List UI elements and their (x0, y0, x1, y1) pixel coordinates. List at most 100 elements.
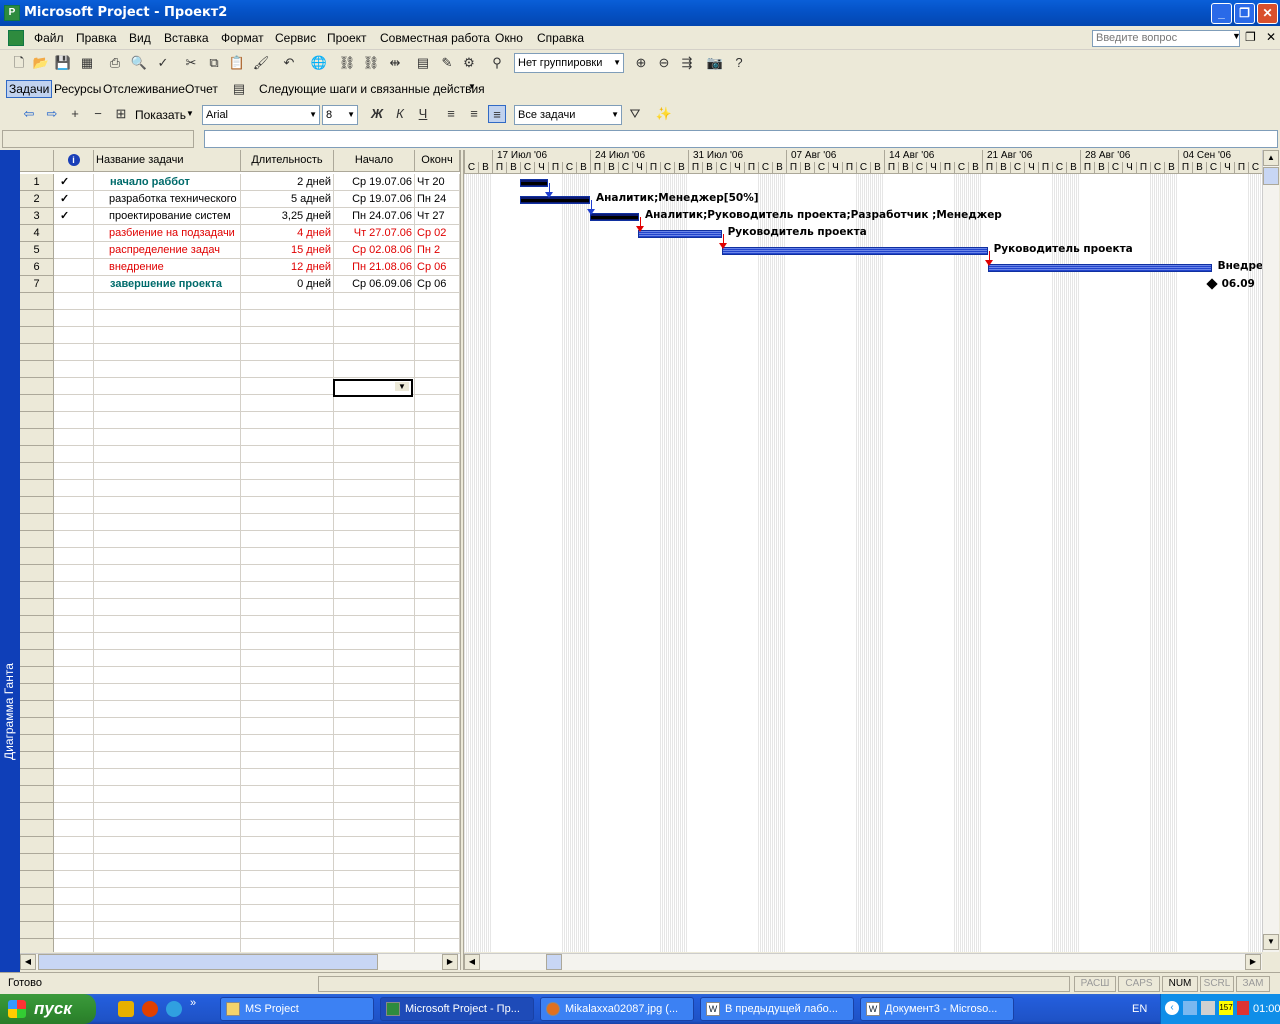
align-left-icon[interactable]: ≡ (442, 105, 460, 123)
start-cell[interactable]: Ср 02.08.06 (334, 242, 415, 259)
row-header[interactable] (20, 769, 54, 786)
row-header[interactable] (20, 650, 54, 667)
task-name-cell[interactable] (94, 871, 241, 888)
scroll-up-icon[interactable]: ▲ (1263, 150, 1279, 166)
row-header[interactable]: 2 (20, 191, 54, 208)
start-button[interactable]: пуск (0, 994, 96, 1024)
duration-cell[interactable] (241, 582, 334, 599)
menu-tools[interactable]: Сервис (275, 31, 316, 45)
finish-cell[interactable] (415, 888, 460, 905)
finish-cell[interactable] (415, 905, 460, 922)
start-cell[interactable] (334, 922, 415, 939)
duration-cell[interactable] (241, 871, 334, 888)
start-cell[interactable] (334, 871, 415, 888)
gantt-task-bar[interactable] (637, 230, 722, 238)
zoom-in-icon[interactable]: ⊕ (632, 54, 650, 72)
task-name-cell[interactable] (94, 514, 241, 531)
view-bar[interactable]: Диаграмма Ганта (0, 150, 20, 972)
duration-cell[interactable] (241, 786, 334, 803)
align-center-icon[interactable]: ≡ (465, 105, 483, 123)
duration-cell[interactable] (241, 514, 334, 531)
finish-cell[interactable] (415, 480, 460, 497)
task-name-cell[interactable] (94, 378, 241, 395)
row-header[interactable] (20, 599, 54, 616)
task-name-cell[interactable] (94, 361, 241, 378)
indicator-cell[interactable] (54, 939, 94, 952)
indicator-cell[interactable] (54, 395, 94, 412)
row-header[interactable] (20, 752, 54, 769)
entry-input[interactable] (204, 130, 1278, 148)
start-cell[interactable] (334, 463, 415, 480)
gantt-task-bar[interactable] (987, 264, 1212, 272)
task-notes-icon[interactable]: ✎ (438, 54, 456, 72)
row-header[interactable] (20, 735, 54, 752)
duration-cell[interactable] (241, 395, 334, 412)
clock[interactable]: 01:00 (1253, 1003, 1280, 1015)
row-header[interactable] (20, 395, 54, 412)
task-name-cell[interactable]: проектирование систем (94, 208, 241, 225)
finish-cell[interactable] (415, 684, 460, 701)
duration-cell[interactable]: 12 дней (241, 259, 334, 276)
row-header[interactable] (20, 888, 54, 905)
align-right-icon[interactable]: ≡ (488, 105, 506, 123)
duration-cell[interactable] (241, 905, 334, 922)
row-header[interactable]: 6 (20, 259, 54, 276)
indicator-cell[interactable] (54, 888, 94, 905)
start-cell[interactable] (334, 820, 415, 837)
duration-cell[interactable]: 15 дней (241, 242, 334, 259)
tray-app-icon[interactable]: 157 (1219, 1001, 1233, 1015)
finish-cell[interactable] (415, 429, 460, 446)
duration-cell[interactable] (241, 922, 334, 939)
task-name-cell[interactable]: завершение проекта (94, 276, 241, 293)
start-cell[interactable]: Ср 19.07.06 (334, 191, 415, 208)
start-cell[interactable] (334, 531, 415, 548)
antivirus-icon[interactable] (1237, 1001, 1249, 1015)
duration-cell[interactable]: 4 дней (241, 225, 334, 242)
task-name-cell[interactable] (94, 684, 241, 701)
duration-cell[interactable] (241, 429, 334, 446)
finish-cell[interactable] (415, 463, 460, 480)
filter-select[interactable]: Все задачи ▼ (514, 105, 622, 125)
task-name-cell[interactable] (94, 752, 241, 769)
start-cell[interactable] (334, 837, 415, 854)
finish-cell[interactable]: Ср 02 (415, 225, 460, 242)
scroll-right-icon[interactable]: ▶ (442, 954, 458, 970)
duration-cell[interactable] (241, 565, 334, 582)
menu-window[interactable]: Окно (495, 31, 523, 45)
finish-cell[interactable]: Ср 06 (415, 276, 460, 293)
unlink-tasks-icon[interactable]: ⛓ (362, 54, 380, 72)
task-name-cell[interactable] (94, 718, 241, 735)
taskbar-item-word-doc[interactable]: W В предыдущей лабо... (700, 997, 854, 1021)
cut-icon[interactable]: ✂ (182, 54, 200, 72)
row-header[interactable] (20, 803, 54, 820)
scroll-thumb[interactable] (546, 954, 562, 970)
quicklaunch-ie-icon[interactable] (166, 1001, 182, 1017)
duration-header[interactable]: Длительность (241, 150, 334, 172)
row-header[interactable]: 7 (20, 276, 54, 293)
copy-icon[interactable]: ⧉ (205, 54, 223, 72)
start-cell[interactable] (334, 514, 415, 531)
task-name-cell[interactable] (94, 293, 241, 310)
task-name-header[interactable]: Название задачи (94, 150, 241, 172)
gantt-task-bar[interactable] (520, 196, 590, 204)
show-subtasks-icon[interactable]: + (66, 105, 84, 123)
outdent-icon[interactable]: ⇦ (20, 105, 38, 123)
task-name-cell[interactable] (94, 820, 241, 837)
row-header[interactable] (20, 786, 54, 803)
menu-help[interactable]: Справка (537, 31, 584, 45)
row-header[interactable] (20, 548, 54, 565)
finish-cell[interactable] (415, 412, 460, 429)
start-cell[interactable] (334, 939, 415, 952)
zoom-out-icon[interactable]: ⊖ (655, 54, 673, 72)
finish-cell[interactable] (415, 871, 460, 888)
indicator-cell[interactable] (54, 633, 94, 650)
finish-cell[interactable] (415, 633, 460, 650)
undo-icon[interactable]: ↶ (280, 54, 298, 72)
task-name-cell[interactable] (94, 616, 241, 633)
task-name-cell[interactable]: разработка технического (94, 191, 241, 208)
menu-view[interactable]: Вид (129, 31, 151, 45)
row-header[interactable] (20, 429, 54, 446)
start-cell[interactable] (334, 361, 415, 378)
task-name-cell[interactable] (94, 837, 241, 854)
duration-cell[interactable]: 5 адней (241, 191, 334, 208)
